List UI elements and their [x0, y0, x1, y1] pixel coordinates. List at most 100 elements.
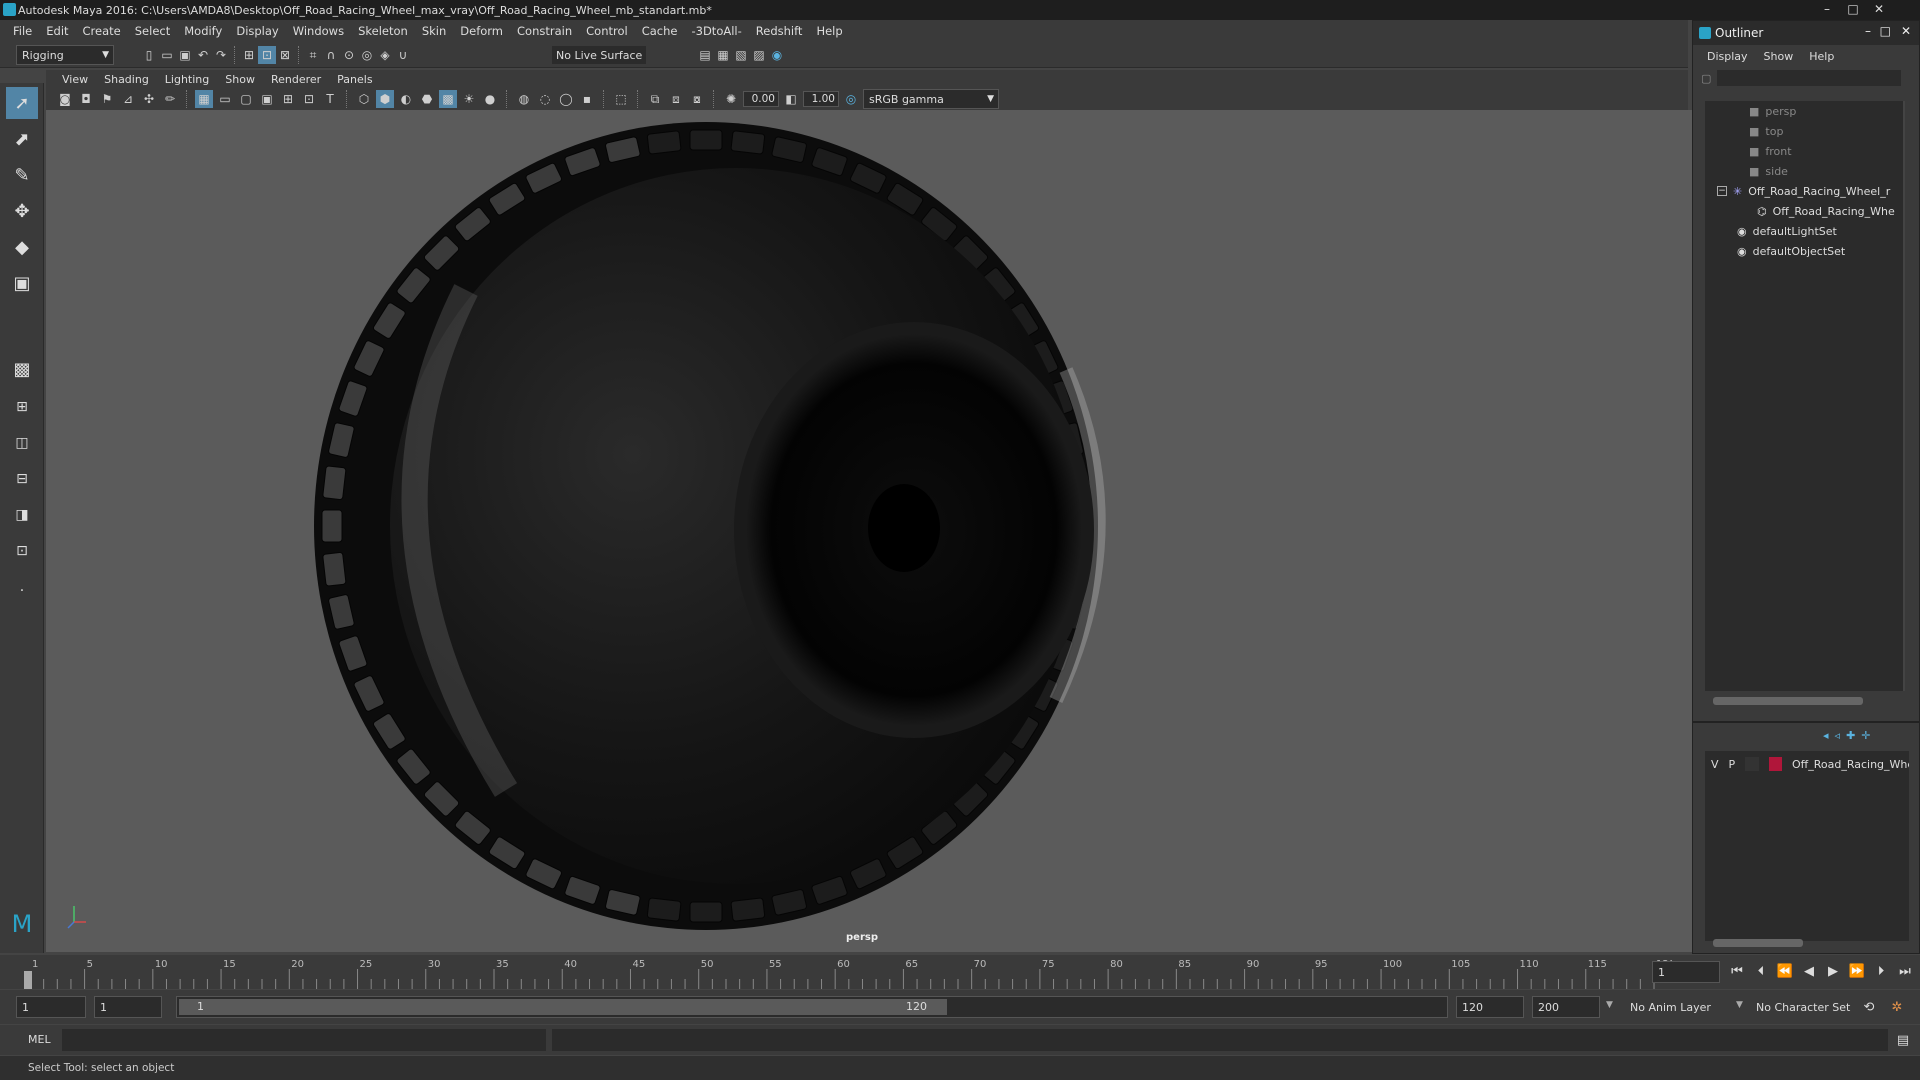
step-forward-key-icon[interactable]: ⏩: [1846, 960, 1868, 982]
outliner-minimize-button[interactable]: –: [1865, 24, 1871, 38]
playback-end-field[interactable]: 120: [1456, 996, 1524, 1018]
render-settings-icon[interactable]: ▤: [696, 46, 714, 64]
snap-curve-icon[interactable]: ∩: [322, 46, 340, 64]
select-component-icon[interactable]: ⊠: [276, 46, 294, 64]
hypershade-icon[interactable]: ◉: [768, 46, 786, 64]
close-button[interactable]: ✕: [1866, 0, 1892, 18]
collapse-icon[interactable]: −: [1717, 186, 1727, 196]
live-surface-field[interactable]: No Live Surface: [552, 46, 646, 64]
menu-3dtoall[interactable]: -3DtoAll-: [684, 24, 748, 38]
chevron-down-icon[interactable]: ▼: [1606, 1000, 1613, 1010]
menu-constrain[interactable]: Constrain: [510, 24, 579, 38]
field-chart-icon[interactable]: ⊞: [279, 90, 297, 108]
panel-menu-show[interactable]: Show: [217, 73, 263, 86]
select-tool-icon[interactable]: ➚: [6, 87, 38, 119]
move-layer-up-icon[interactable]: ◂: [1823, 729, 1829, 742]
current-time-indicator[interactable]: [24, 971, 32, 989]
outliner-item-default-light-set[interactable]: ◉ defaultLightSet: [1737, 221, 1837, 241]
hypershade-layout-icon[interactable]: ⊡: [6, 535, 38, 567]
safe-title-icon[interactable]: T: [321, 90, 339, 108]
move-tool-icon[interactable]: ✥: [6, 195, 38, 227]
multisample-icon[interactable]: ⧈: [667, 90, 685, 108]
colorspace-dropdown[interactable]: sRGB gamma ▼: [863, 89, 999, 109]
image-plane-icon[interactable]: ⊿: [119, 90, 137, 108]
use-lights-icon[interactable]: ☀: [460, 90, 478, 108]
scale-tool-icon[interactable]: ▣: [6, 267, 38, 299]
select-object-icon[interactable]: ⊡: [258, 46, 276, 64]
current-frame-field[interactable]: 1: [1652, 961, 1720, 983]
safe-action-icon[interactable]: ⊡: [300, 90, 318, 108]
rotate-tool-icon[interactable]: ◆: [6, 231, 38, 263]
render-view-icon[interactable]: ▦: [714, 46, 732, 64]
open-scene-icon[interactable]: ▭: [158, 46, 176, 64]
xray-icon[interactable]: ◍: [515, 90, 533, 108]
isolate-select-icon[interactable]: ⬚: [612, 90, 630, 108]
menu-skeleton[interactable]: Skeleton: [351, 24, 415, 38]
menu-file[interactable]: File: [6, 24, 39, 38]
exposure-icon[interactable]: ✺: [722, 90, 740, 108]
time-slider[interactable]: 1 5 10 15 20 25 30 35 40 45 50 55 60 65 70 75 80 85 90 95 10…: [0, 955, 1920, 989]
2d-pan-zoom-icon[interactable]: ✣: [140, 90, 158, 108]
persp-graph-layout-icon[interactable]: ⊟: [6, 463, 38, 495]
step-back-key-icon[interactable]: ⏪: [1774, 960, 1796, 982]
outliner-item-top[interactable]: ■ top: [1749, 121, 1783, 141]
menu-control[interactable]: Control: [579, 24, 635, 38]
gate-mask-icon[interactable]: ▣: [258, 90, 276, 108]
layer-color-swatch[interactable]: [1768, 757, 1782, 771]
go-to-end-icon[interactable]: ⏭: [1894, 960, 1916, 982]
step-back-frame-icon[interactable]: ⏴: [1750, 960, 1772, 982]
start-time-field[interactable]: 1: [16, 996, 86, 1018]
bookmark-icon[interactable]: ⚑: [98, 90, 116, 108]
gamma-field[interactable]: 1.00: [803, 91, 839, 107]
panel-menu-panels[interactable]: Panels: [329, 73, 380, 86]
animation-preferences-icon[interactable]: ✲: [1886, 996, 1908, 1018]
lasso-tool-icon[interactable]: ⬈: [6, 123, 38, 155]
maximize-button[interactable]: □: [1840, 0, 1866, 18]
menu-select[interactable]: Select: [128, 24, 177, 38]
grid-icon[interactable]: ▦: [195, 90, 213, 108]
ambient-occlusion-icon[interactable]: ◯: [557, 90, 575, 108]
playback-start-field[interactable]: 1: [94, 996, 162, 1018]
xray-joints-icon[interactable]: ◌: [536, 90, 554, 108]
snap-grid-icon[interactable]: ⌗: [304, 46, 322, 64]
smooth-shade-icon[interactable]: ⬢: [376, 90, 394, 108]
snap-point-icon[interactable]: ⊙: [340, 46, 358, 64]
outliner-item-wheel-group[interactable]: − ✳ Off_Road_Racing_Wheel_r: [1717, 181, 1905, 201]
perspective-viewport[interactable]: persp: [46, 110, 1692, 952]
tire-model[interactable]: [314, 122, 1106, 930]
menu-deform[interactable]: Deform: [453, 24, 510, 38]
layer-type-toggle[interactable]: [1745, 757, 1759, 771]
side-by-side-layout-icon[interactable]: ◫: [6, 427, 38, 459]
anim-layer-dropdown[interactable]: No Anim Layer: [1626, 996, 1736, 1018]
outliner-close-button[interactable]: ✕: [1901, 24, 1911, 38]
outliner-item-side[interactable]: ■ side: [1749, 161, 1788, 181]
resolution-gate-icon[interactable]: ▢: [237, 90, 255, 108]
outliner-menu-help[interactable]: Help: [1801, 50, 1842, 63]
outliner-horizontal-scrollbar[interactable]: [1713, 697, 1863, 705]
play-backwards-icon[interactable]: ◀: [1798, 960, 1820, 982]
character-set-dropdown[interactable]: No Character Set: [1752, 996, 1862, 1018]
camera-icon[interactable]: ◙: [56, 90, 74, 108]
outliner-search-input[interactable]: [1717, 70, 1902, 86]
single-layout-icon[interactable]: ▩: [6, 353, 38, 385]
layer-visibility-toggle[interactable]: V: [1711, 758, 1719, 771]
outliner-item-default-object-set[interactable]: ◉ defaultObjectSet: [1737, 241, 1845, 261]
anti-aliasing-icon[interactable]: ▪: [578, 90, 596, 108]
menu-skin[interactable]: Skin: [415, 24, 453, 38]
outliner-item-persp[interactable]: ■ persp: [1749, 101, 1796, 121]
outliner-item-front[interactable]: ■ front: [1749, 141, 1792, 161]
shadows-icon[interactable]: ●: [481, 90, 499, 108]
move-layer-down-icon[interactable]: ◃: [1835, 729, 1841, 742]
film-gate-icon[interactable]: ▭: [216, 90, 234, 108]
new-layer-icon[interactable]: ✚: [1846, 729, 1855, 742]
layer-horizontal-scrollbar[interactable]: [1713, 939, 1803, 947]
ipr-render-icon[interactable]: ▨: [750, 46, 768, 64]
minimize-button[interactable]: –: [1814, 0, 1840, 18]
grease-pencil-icon[interactable]: ✏: [161, 90, 179, 108]
auto-key-icon[interactable]: ⟲: [1858, 996, 1880, 1018]
persp-outliner-layout-icon[interactable]: ◨: [6, 499, 38, 531]
redo-icon[interactable]: ↷: [212, 46, 230, 64]
panel-menu-view[interactable]: View: [54, 73, 96, 86]
panel-menu-shading[interactable]: Shading: [96, 73, 157, 86]
menu-help[interactable]: Help: [809, 24, 849, 38]
